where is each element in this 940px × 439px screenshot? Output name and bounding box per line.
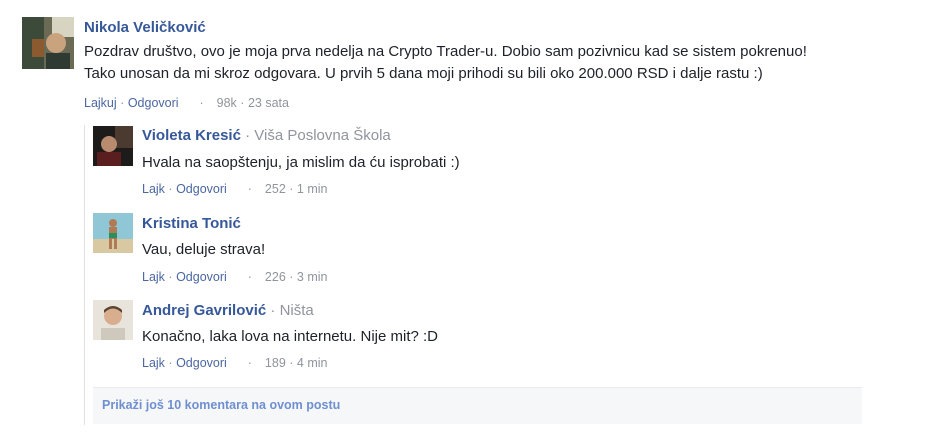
author-name[interactable]: Kristina Tonić [142, 215, 241, 232]
timestamp[interactable]: 4 min [297, 356, 328, 370]
avatar-photo [93, 126, 133, 166]
like-count[interactable]: 226 [265, 270, 286, 284]
reply-author[interactable]: Violeta Kresić · Viša Poslovna Škola [142, 127, 391, 144]
more-comments-bar[interactable]: Prikaži još 10 komentara na ovom postu [93, 387, 862, 424]
reply-body: Hvala na saopštenju, ja mislim da ću isp… [142, 154, 460, 171]
reply-button[interactable]: Odgovori [176, 356, 227, 370]
comment-line: Tako unosan da mi skroz odgovara. U prvi… [84, 65, 763, 82]
separator: · [247, 182, 252, 196]
comment-actions: Lajkuj · Odgovori · 98k · 23 sata [84, 96, 289, 110]
reply-author[interactable]: Andrej Gavrilović · Ništa [142, 302, 314, 319]
avatar-violeta[interactable] [93, 126, 133, 166]
reply-actions: Lajk · Odgovori · 252 · 1 min [142, 182, 328, 196]
timestamp[interactable]: 1 min [297, 182, 328, 196]
affiliation-text: Viša Poslovna Škola [254, 127, 391, 144]
reply-actions: Lajk · Odgovori · 189 · 4 min [142, 356, 328, 370]
timestamp[interactable]: 3 min [297, 270, 328, 284]
comment-author[interactable]: Nikola Veličković [84, 19, 206, 36]
separator: · [289, 182, 294, 196]
separator: · [168, 356, 173, 370]
reply-button[interactable]: Odgovori [176, 182, 227, 196]
separator: · [247, 356, 252, 370]
like-button[interactable]: Lajkuj [84, 96, 117, 110]
reply-author[interactable]: Kristina Tonić [142, 215, 241, 232]
reply-button[interactable]: Odgovori [176, 270, 227, 284]
separator: · [168, 182, 173, 196]
avatar-photo [93, 213, 133, 253]
avatar-photo [93, 300, 133, 340]
author-affiliation: · Viša Poslovna Škola [245, 127, 391, 144]
like-button[interactable]: Lajk [142, 356, 165, 370]
like-count[interactable]: 98k [217, 96, 237, 110]
avatar-kristina[interactable] [93, 213, 133, 253]
comment-line: Pozdrav društvo, ovo je moja prva nedelj… [84, 43, 807, 60]
separator: · [199, 96, 204, 110]
author-affiliation: · Ništa [270, 302, 313, 319]
like-button[interactable]: Lajk [142, 270, 165, 284]
author-name[interactable]: Andrej Gavrilović [142, 302, 266, 319]
like-count[interactable]: 252 [265, 182, 286, 196]
separator: · [270, 302, 280, 319]
timestamp[interactable]: 23 sata [248, 96, 289, 110]
comment-body: Pozdrav društvo, ovo je moja prva nedelj… [84, 41, 807, 85]
more-comments-link[interactable]: Prikaži još 10 komentara na ovom postu [102, 398, 340, 412]
separator: · [120, 96, 125, 110]
avatar-photo [22, 17, 74, 69]
avatar-andrej[interactable] [93, 300, 133, 340]
separator: · [289, 356, 294, 370]
reply-actions: Lajk · Odgovori · 226 · 3 min [142, 270, 328, 284]
author-name[interactable]: Nikola Veličković [84, 19, 206, 36]
author-name[interactable]: Violeta Kresić [142, 127, 241, 144]
separator: · [247, 270, 252, 284]
reply-thread-line [84, 125, 85, 425]
separator: · [240, 96, 245, 110]
separator: · [245, 127, 255, 144]
like-button[interactable]: Lajk [142, 182, 165, 196]
reply-body: Konačno, laka lova na internetu. Nije mi… [142, 328, 438, 345]
like-count[interactable]: 189 [265, 356, 286, 370]
avatar-nikola[interactable] [22, 17, 74, 69]
separator: · [289, 270, 294, 284]
reply-body: Vau, deluje strava! [142, 241, 266, 258]
reply-button[interactable]: Odgovori [128, 96, 179, 110]
separator: · [168, 270, 173, 284]
affiliation-text: Ništa [279, 302, 314, 319]
